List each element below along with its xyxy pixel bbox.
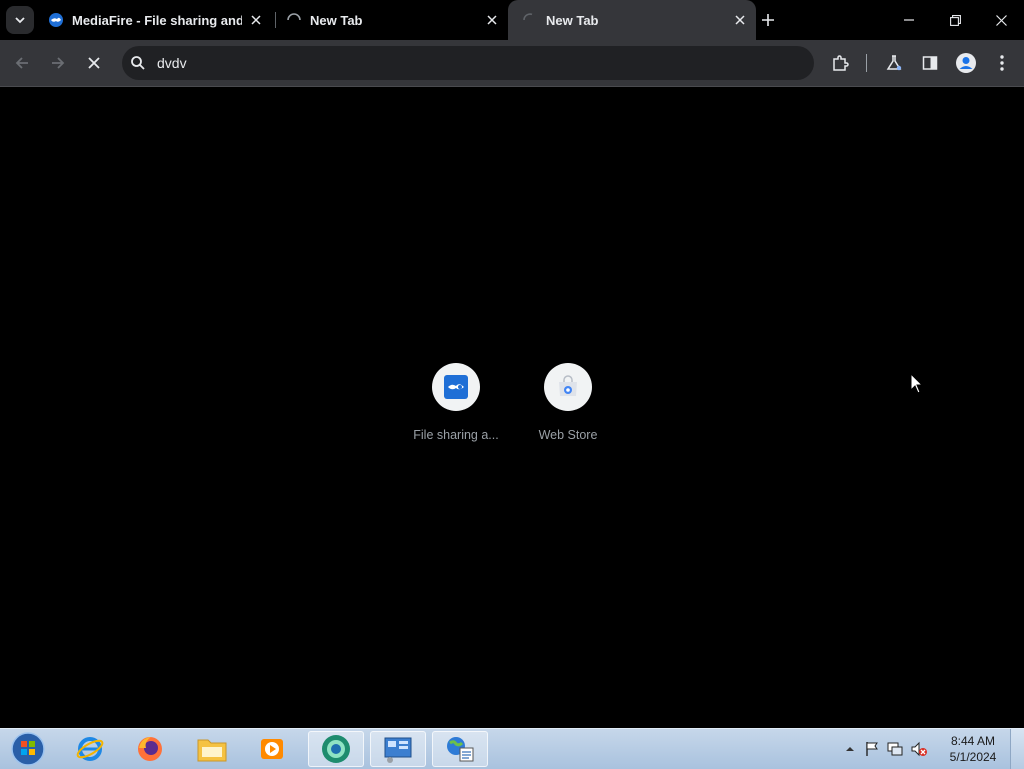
volume-muted-icon[interactable] xyxy=(910,741,928,757)
stop-loading-button[interactable] xyxy=(82,51,106,75)
tab-strip: MediaFire - File sharing and storage mad… xyxy=(0,0,1024,40)
tab-separator xyxy=(275,12,276,28)
arrow-right-icon xyxy=(52,57,65,69)
arrow-left-icon xyxy=(15,57,28,69)
start-button[interactable] xyxy=(0,731,56,767)
minimize-icon xyxy=(904,19,914,21)
chrome-canary-icon xyxy=(322,735,350,763)
media-player-icon xyxy=(261,739,283,759)
back-button[interactable] xyxy=(10,51,34,75)
control-panel-icon xyxy=(384,737,412,763)
taskbar-chrome-canary[interactable] xyxy=(308,731,364,767)
windows-start-orb-icon xyxy=(11,732,45,766)
firefox-icon xyxy=(138,737,162,761)
folder-icon xyxy=(197,739,227,762)
tab-title: MediaFire - File sharing and storage mad… xyxy=(72,12,242,28)
taskbar-control-panel[interactable] xyxy=(370,731,426,767)
system-tray xyxy=(844,729,928,769)
restore-button[interactable] xyxy=(932,0,978,40)
shortcut-label: File sharing a... xyxy=(413,428,499,442)
taskbar-network-app[interactable] xyxy=(432,731,488,767)
close-icon xyxy=(88,57,100,69)
windows-taskbar: 8:44 AM 5/1/2024 xyxy=(0,728,1024,769)
browser-toolbar xyxy=(0,40,1024,87)
tab-title: New Tab xyxy=(310,12,363,28)
new-tab-page: File sharing a... Web Store xyxy=(0,87,1024,728)
mediafire-icon xyxy=(444,375,468,399)
extensions-button[interactable] xyxy=(828,51,852,75)
tab-title: New Tab xyxy=(546,12,599,28)
shortcut-tile[interactable] xyxy=(432,363,480,411)
avatar-icon xyxy=(956,53,976,73)
mouse-cursor-icon xyxy=(910,373,924,394)
network-icon[interactable] xyxy=(886,741,904,757)
shortcut-label: Web Store xyxy=(538,428,598,442)
web-store-icon xyxy=(559,375,577,396)
chevron-down-icon xyxy=(15,17,25,24)
puzzle-icon xyxy=(833,55,849,71)
more-vertical-icon xyxy=(1000,55,1004,71)
taskbar-file-explorer[interactable] xyxy=(184,731,240,767)
minimize-button[interactable] xyxy=(886,0,932,40)
forward-button[interactable] xyxy=(46,51,70,75)
side-panel-icon xyxy=(922,56,938,70)
toolbar-separator xyxy=(866,54,867,72)
flask-icon xyxy=(886,55,902,71)
action-center-flag-icon[interactable] xyxy=(864,741,880,757)
plus-icon xyxy=(762,14,774,26)
address-input[interactable] xyxy=(157,46,797,80)
tab-new-tab-loading[interactable]: New Tab xyxy=(278,0,508,40)
taskbar-internet-explorer[interactable] xyxy=(62,731,118,767)
system-clock[interactable]: 8:44 AM 5/1/2024 xyxy=(942,733,1004,765)
internet-explorer-icon xyxy=(76,737,104,761)
close-tab-icon[interactable] xyxy=(732,12,748,28)
restore-icon xyxy=(949,14,961,26)
show-desktop-button[interactable] xyxy=(1010,729,1024,769)
taskbar-firefox[interactable] xyxy=(122,731,178,767)
globe-icon xyxy=(447,737,474,762)
close-tab-icon[interactable] xyxy=(248,12,264,28)
profile-button[interactable] xyxy=(954,51,978,75)
labs-button[interactable] xyxy=(882,51,906,75)
shortcut-tile[interactable] xyxy=(544,363,592,411)
loading-spinner-icon xyxy=(287,13,301,21)
taskbar-media-player[interactable] xyxy=(244,731,300,767)
mediafire-favicon-icon xyxy=(49,13,63,27)
shortcut-web-store[interactable]: Web Store xyxy=(512,363,624,442)
tab-new-tab-active[interactable]: New Tab xyxy=(508,0,756,40)
menu-button[interactable] xyxy=(990,51,1014,75)
clock-date: 5/1/2024 xyxy=(949,750,997,764)
search-icon xyxy=(131,56,145,70)
tab-mediafire[interactable]: MediaFire - File sharing and storage mad… xyxy=(40,0,272,40)
shortcut-file-sharing[interactable]: File sharing a... xyxy=(400,363,512,442)
loading-spinner-icon xyxy=(523,13,533,21)
side-panel-button[interactable] xyxy=(918,51,942,75)
show-hidden-icons-icon[interactable] xyxy=(844,743,856,755)
close-tab-icon[interactable] xyxy=(484,12,500,28)
new-tab-button[interactable] xyxy=(758,10,778,30)
address-bar[interactable] xyxy=(122,46,814,80)
close-window-button[interactable] xyxy=(978,0,1024,40)
tab-search-button[interactable] xyxy=(6,6,34,34)
clock-time: 8:44 AM xyxy=(950,734,996,748)
close-icon xyxy=(995,14,1007,26)
